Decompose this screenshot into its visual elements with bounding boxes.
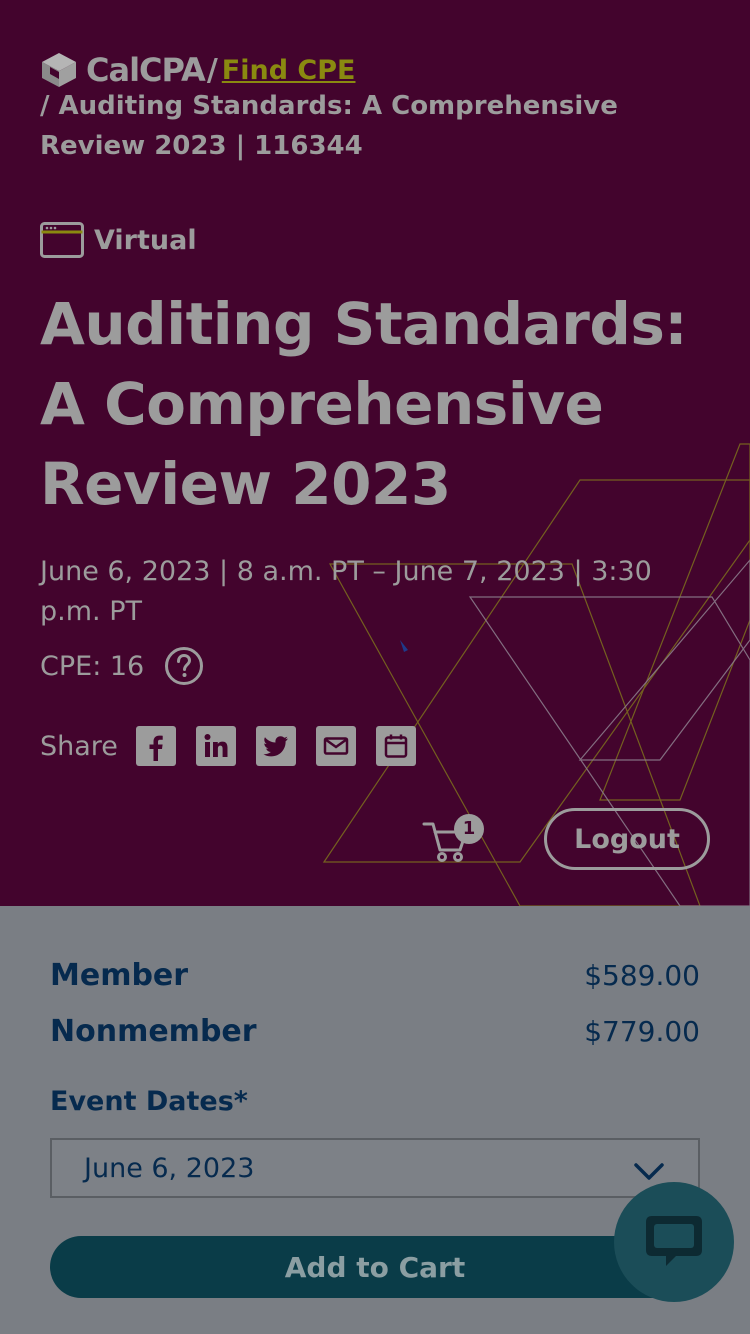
share-row: Share xyxy=(40,726,436,766)
event-hero: CalCPA / Find CPE / Auditing Standards: … xyxy=(0,0,750,906)
member-price: $589.00 xyxy=(584,959,700,992)
help-question-icon[interactable] xyxy=(164,646,204,686)
nonmember-price: $779.00 xyxy=(584,1015,700,1048)
share-email-button[interactable] xyxy=(315,726,356,766)
member-label: Member xyxy=(50,958,189,993)
share-linkedin-button[interactable] xyxy=(195,726,236,766)
linkedin-icon xyxy=(204,734,228,757)
member-price-row: Member $589.00 xyxy=(50,958,700,993)
twitter-icon xyxy=(263,736,288,757)
cpe-info: CPE: 16 xyxy=(40,646,204,686)
calendar-icon xyxy=(384,734,408,758)
event-title: Auditing Standards: A Comprehensive Revi… xyxy=(40,290,688,518)
event-dates-label: Event Dates* xyxy=(50,1086,248,1117)
event-dates-select[interactable]: June 6, 2023 xyxy=(50,1138,700,1198)
share-facebook-button[interactable] xyxy=(135,726,176,766)
share-twitter-button[interactable] xyxy=(255,726,296,766)
event-type: Virtual xyxy=(40,222,197,258)
breadcrumb-separator: / xyxy=(206,52,218,88)
chat-bubble-icon xyxy=(646,1216,702,1266)
browser-window-icon xyxy=(40,222,84,258)
facebook-icon xyxy=(149,735,163,761)
calcpa-logo-icon[interactable] xyxy=(40,51,78,89)
add-to-calendar-button[interactable] xyxy=(375,726,416,766)
breadcrumb-find-cpe-link[interactable]: Find CPE xyxy=(222,55,356,86)
chat-button[interactable] xyxy=(614,1182,734,1302)
logout-button[interactable]: Logout xyxy=(544,808,710,870)
cpe-label: CPE: 16 xyxy=(40,650,145,682)
cart-button[interactable]: 1 xyxy=(420,812,490,868)
share-label: Share xyxy=(40,730,118,762)
selected-date: June 6, 2023 xyxy=(84,1152,255,1184)
calcpa-logo-text[interactable]: CalCPA xyxy=(86,51,206,89)
nonmember-label: Nonmember xyxy=(50,1014,257,1049)
event-date: June 6, 2023 | 8 a.m. PT – June 7, 2023 … xyxy=(40,556,652,627)
cart-count-badge: 1 xyxy=(454,814,484,844)
nonmember-price-row: Nonmember $779.00 xyxy=(50,1014,700,1049)
add-to-cart-button[interactable]: Add to Cart xyxy=(50,1236,700,1298)
email-icon xyxy=(323,737,349,755)
breadcrumb: CalCPA / Find CPE / Auditing Standards: … xyxy=(40,48,720,166)
event-type-label: Virtual xyxy=(94,224,197,256)
breadcrumb-current-page: / Auditing Standards: A Comprehensive Re… xyxy=(40,91,618,161)
